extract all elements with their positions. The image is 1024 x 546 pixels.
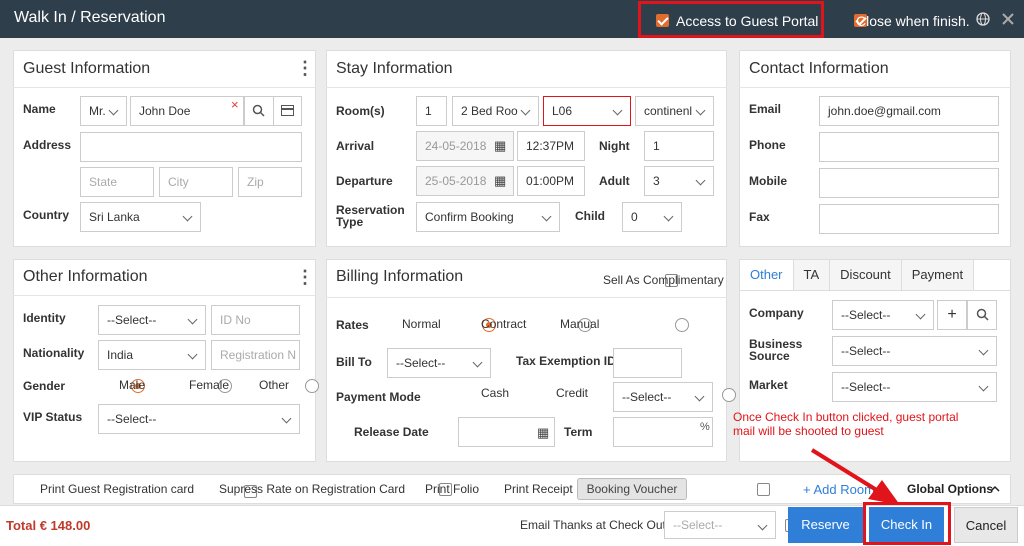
- annotation-arrow: [810, 448, 900, 505]
